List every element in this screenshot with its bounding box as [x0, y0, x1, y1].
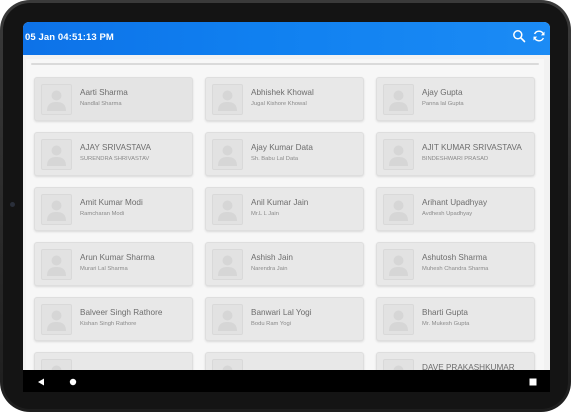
contact-card[interactable]: Arihant Upadhyay Avdhesh Upadhyay	[376, 187, 535, 231]
contact-name: Balveer Singh Rathore	[80, 308, 163, 317]
contact-card[interactable]: Banwari Lal Yogi Bodu Ram Yogi	[205, 297, 364, 341]
contact-card[interactable]: Anil Kumar Jain Mr.L L Jain	[205, 187, 364, 231]
avatar-placeholder-icon	[212, 139, 243, 170]
contact-name: Banwari Lal Yogi	[251, 308, 312, 317]
contact-relation: Mr.L L Jain	[251, 211, 279, 217]
divider	[31, 63, 539, 65]
contact-name: Ashutosh Sharma	[422, 253, 488, 262]
contact-name: Arun Kumar Sharma	[80, 253, 155, 262]
contact-grid: Aarti Sharma Nandlal Sharma Abhishek Khowa…	[26, 59, 544, 370]
avatar-placeholder-icon	[41, 84, 72, 115]
contact-name: AJAY SRIVASTAVA	[80, 143, 151, 152]
avatar-placeholder-icon	[41, 359, 72, 370]
contact-relation: Ramcharan Modi	[80, 211, 125, 217]
contact-card[interactable]: Arun Kumar Sharma Murari Lal Sharma	[34, 242, 193, 286]
front-camera	[10, 202, 15, 207]
contact-name: AJIT KUMAR SRIVASTAVA	[422, 143, 522, 152]
contact-card[interactable]: Ashutosh Sharma Muhesh Chandra Sharma	[376, 242, 535, 286]
contact-name: Ajay Gupta	[422, 88, 463, 97]
contact-name: Arihant Upadhyay	[422, 198, 488, 207]
home-icon[interactable]	[67, 375, 79, 387]
avatar-placeholder-icon	[41, 304, 72, 335]
contact-card[interactable]: Ajay Gupta Panna lal Gupta	[376, 77, 535, 121]
contact-relation: Mr. Mukesh Gupta	[422, 321, 470, 327]
avatar-placeholder-icon	[383, 249, 414, 280]
contact-relation: Narendra Jain	[251, 266, 288, 272]
contact-name: Bharti Gupta	[422, 308, 468, 317]
contact-name: Aarti Sharma	[80, 88, 128, 97]
avatar-placeholder-icon	[41, 249, 72, 280]
avatar-placeholder-icon	[212, 84, 243, 115]
contact-card[interactable]: Bharti Gupta Mr. Mukesh Gupta	[376, 297, 535, 341]
contact-name: Abhishek Khowal	[251, 88, 314, 97]
contact-card[interactable]: Aarti Sharma Nandlal Sharma	[34, 77, 193, 121]
contact-card[interactable]: AJAY SRIVASTAVA SURENDRA SHRIVASTAV	[34, 132, 193, 176]
avatar-placeholder-icon	[383, 139, 414, 170]
avatar-placeholder-icon	[383, 194, 414, 225]
contact-name: Ashish Jain	[251, 253, 293, 262]
contact-name: Ajay Kumar Data	[251, 143, 313, 152]
refresh-icon[interactable]	[532, 29, 546, 43]
contact-card[interactable]: DAVE PRAKASHKUMAR	[376, 352, 535, 370]
contact-card[interactable]: Ashish Jain Narendra Jain	[205, 242, 364, 286]
contact-name: DAVE PRAKASHKUMAR	[422, 363, 515, 370]
avatar-placeholder-icon	[41, 139, 72, 170]
contact-relation: Kishan Singh Rathore	[80, 321, 137, 327]
avatar-placeholder-icon	[383, 304, 414, 335]
contact-relation: Nandlal Sharma	[80, 101, 122, 107]
contact-card[interactable]	[205, 352, 364, 370]
contact-card[interactable]: Abhishek Khowal Jugal Kishore Khowal	[205, 77, 364, 121]
back-icon[interactable]	[35, 375, 47, 387]
contact-relation: SURENDRA SHRIVASTAV	[80, 156, 150, 162]
avatar-placeholder-icon	[212, 194, 243, 225]
contact-name: Amit Kumar Modi	[80, 198, 143, 207]
avatar-placeholder-icon	[383, 84, 414, 115]
search-icon[interactable]	[512, 29, 526, 43]
contact-relation: Avdhesh Upadhyay	[422, 211, 473, 217]
recents-icon[interactable]	[527, 375, 539, 387]
contact-relation: Murari Lal Sharma	[80, 266, 128, 272]
contact-relation: BINDESHWARI PRASAD	[422, 156, 489, 162]
top-app-bar: 05 Jan 04:51:13 PM	[23, 22, 550, 55]
contact-relation: Sh. Babu Lal Data	[251, 156, 299, 162]
avatar-placeholder-icon	[383, 359, 414, 370]
avatar-placeholder-icon	[212, 249, 243, 280]
app-screen: 05 Jan 04:51:13 PM Aarti Sharma Nandlal S…	[23, 22, 550, 370]
avatar-placeholder-icon	[212, 359, 243, 370]
avatar-placeholder-icon	[41, 194, 72, 225]
avatar-placeholder-icon	[212, 304, 243, 335]
date-time-label: 05 Jan 04:51:13 PM	[25, 32, 114, 43]
contact-card[interactable]: Balveer Singh Rathore Kishan Singh Rathor…	[34, 297, 193, 341]
contact-card[interactable]: Ajay Kumar Data Sh. Babu Lal Data	[205, 132, 364, 176]
contact-relation: Panna lal Gupta	[422, 101, 464, 107]
android-nav-bar	[23, 370, 550, 392]
contact-name: Anil Kumar Jain	[251, 198, 309, 207]
contact-card[interactable]: AJIT KUMAR SRIVASTAVA BINDESHWARI PRASAD	[376, 132, 535, 176]
contact-card[interactable]	[34, 352, 193, 370]
contact-relation: Bodu Ram Yogi	[251, 321, 291, 327]
contact-card[interactable]: Amit Kumar Modi Ramcharan Modi	[34, 187, 193, 231]
contact-relation: Jugal Kishore Khowal	[251, 101, 307, 107]
contact-relation: Muhesh Chandra Sharma	[422, 266, 489, 272]
